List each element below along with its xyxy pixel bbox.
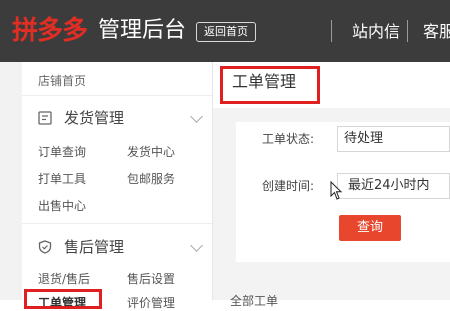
customer-service-link[interactable]: 客服 xyxy=(423,20,450,44)
mouse-cursor-icon xyxy=(330,181,343,200)
highlight-box xyxy=(220,66,320,104)
sidebar-item-shipping-center[interactable]: 发货中心 xyxy=(127,143,175,160)
return-home-button[interactable]: 返回首页 xyxy=(196,22,256,42)
section-title: 售后管理 xyxy=(64,238,125,256)
shipping-icon xyxy=(38,111,52,125)
highlight-box xyxy=(24,289,102,309)
time-select[interactable]: 最近24小时内 xyxy=(337,173,450,199)
section-title: 发货管理 xyxy=(64,109,125,127)
sidebar-divider xyxy=(22,223,212,224)
sidebar-item-print-tool[interactable]: 打单工具 xyxy=(38,170,86,187)
sidebar-item-store-home[interactable]: 店铺首页 xyxy=(38,72,86,89)
sidebar-item-order-query[interactable]: 订单查询 xyxy=(38,143,86,160)
header-divider xyxy=(407,20,408,42)
status-label: 工单状态: xyxy=(262,132,315,146)
sidebar-item-sales-center[interactable]: 出售中心 xyxy=(38,197,86,214)
query-button[interactable]: 查询 xyxy=(339,215,401,241)
sidebar-item-review-management[interactable]: 评价管理 xyxy=(127,294,175,311)
status-select[interactable]: 待处理 xyxy=(337,126,450,152)
sidebar-item-returns[interactable]: 退货/售后 xyxy=(38,270,90,287)
sidebar-item-free-shipping[interactable]: 包邮服务 xyxy=(127,170,175,187)
shield-icon xyxy=(38,240,52,254)
section-aftersales-management[interactable]: 售后管理 xyxy=(38,236,124,258)
brand-logo[interactable]: 拼多多 xyxy=(12,14,88,48)
time-label: 创建时间: xyxy=(262,179,315,193)
header-divider xyxy=(331,20,332,42)
admin-title: 管理后台 xyxy=(98,18,187,43)
left-gutter xyxy=(0,62,22,300)
messages-link[interactable]: 站内信 xyxy=(352,20,400,44)
sidebar-item-aftersales-settings[interactable]: 售后设置 xyxy=(127,270,175,287)
tab-all-tickets[interactable]: 全部工单 xyxy=(230,292,278,309)
sidebar-divider xyxy=(22,95,212,96)
section-shipping-management[interactable]: 发货管理 xyxy=(38,107,124,129)
